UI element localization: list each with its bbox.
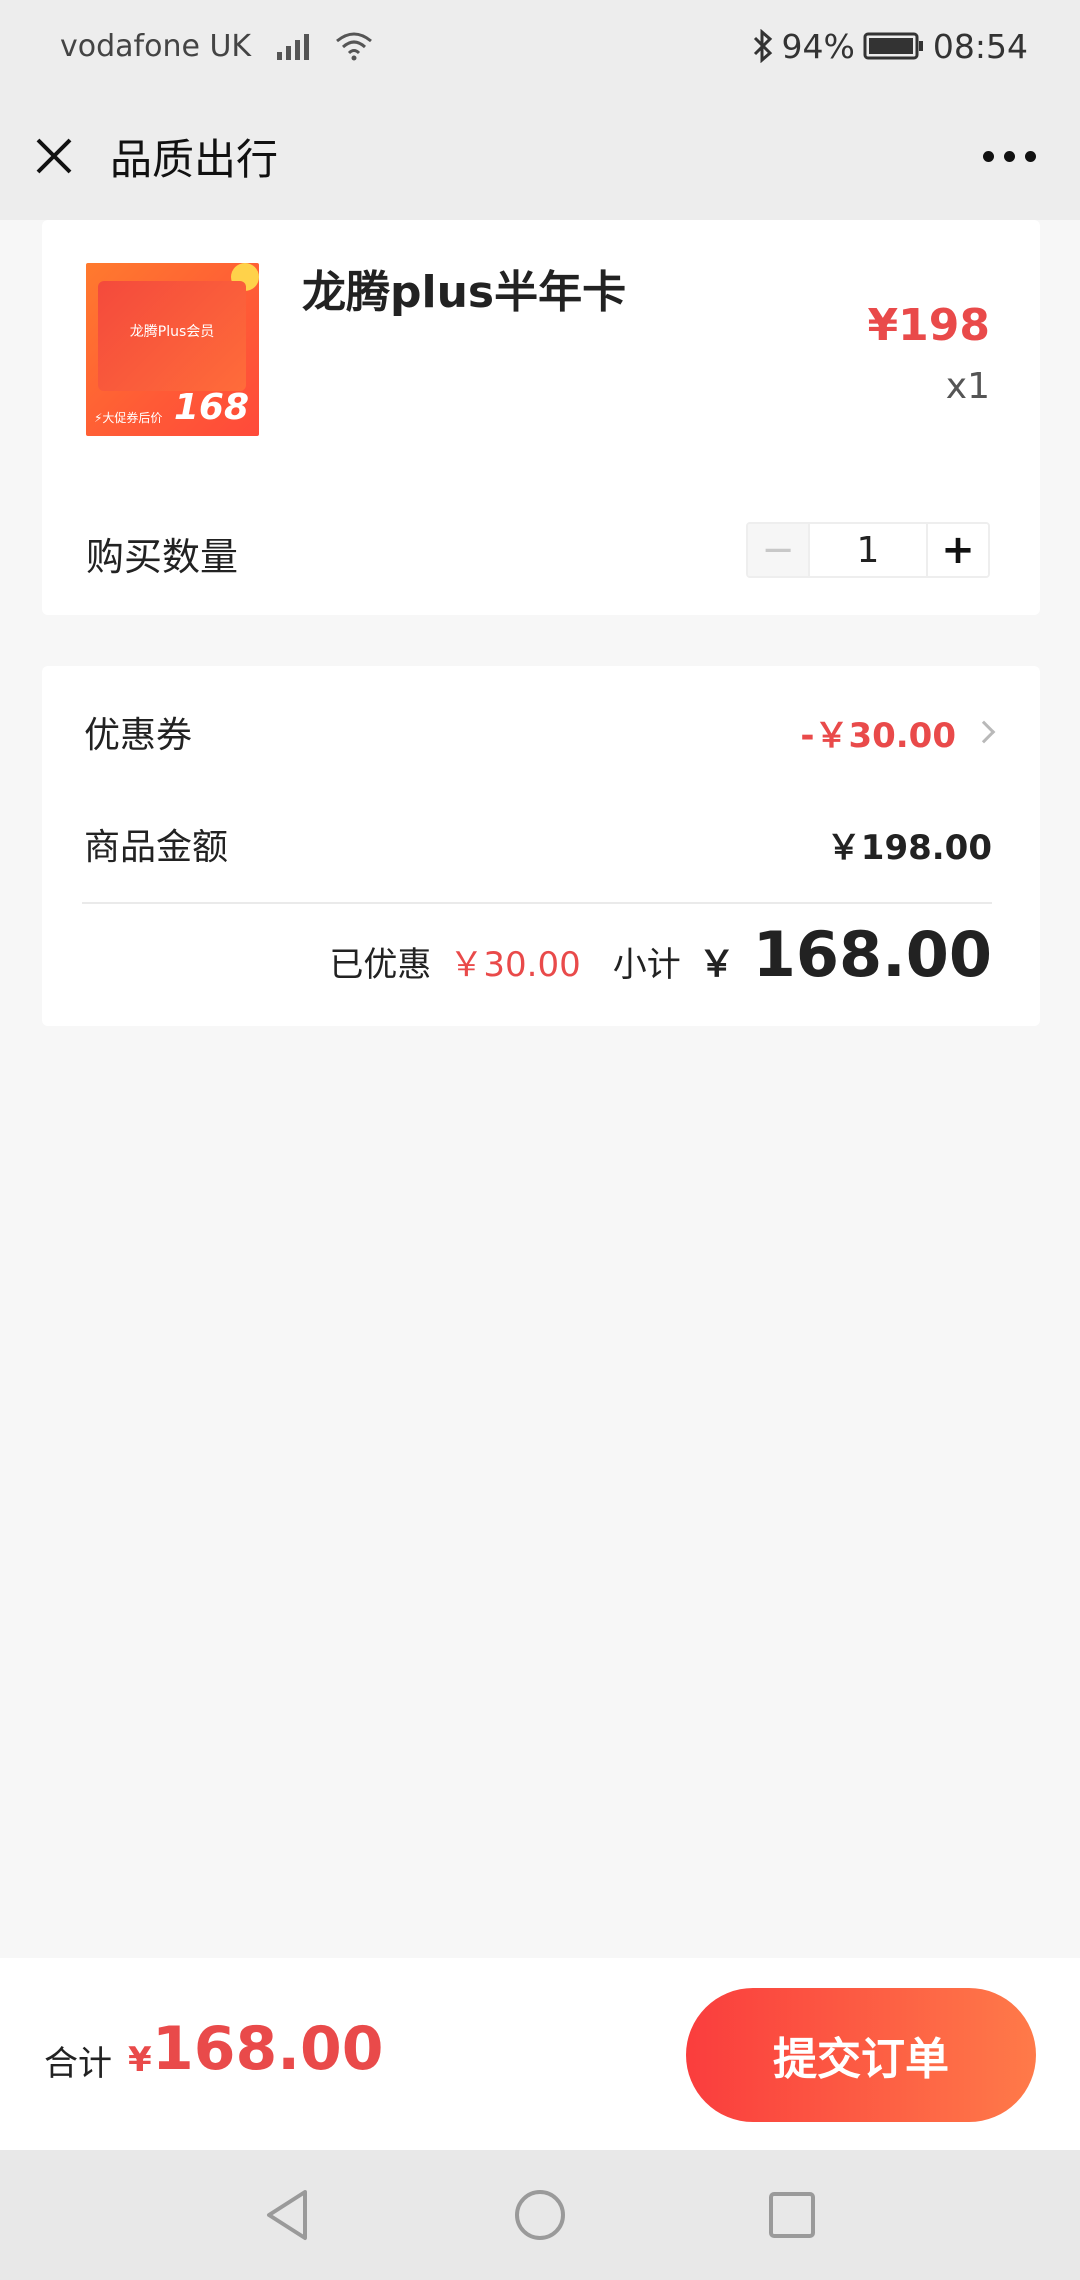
product-name: 龙腾plus半年卡 [302,267,627,318]
quantity-value[interactable]: 1 [808,524,928,576]
coupon-value: -￥30.00 [800,715,956,756]
subtotal-currency: ￥ [698,944,735,985]
carrier-label: vodafone UK [60,28,252,64]
subtotal-label: 小计 [612,945,681,985]
thumbnail-card: 龙腾Plus会员 [98,281,246,391]
subtotal-row: 已优惠 ￥30.00 小计 ￥ 168.00 [329,918,992,991]
more-icon[interactable] [973,141,1046,172]
back-icon[interactable] [263,2188,313,2242]
amount-row: 商品金额 ￥198.00 [84,818,992,870]
total-value: 168.00 [152,2014,384,2084]
total-label: 合计 [44,2044,112,2084]
home-icon[interactable] [513,2188,567,2242]
coupon-label: 优惠券 [84,715,193,756]
status-bar: vodafone UK 94% 08:54 [0,0,1080,92]
bottom-bar: 合计 ¥ 168.00 提交订单 [0,1958,1080,2150]
signal-icon [277,32,310,60]
thumbnail-promo: ⚡大促券后价 [94,411,163,425]
page-title: 品质出行 [110,134,279,184]
product-thumbnail: 龙腾Plus会员 ⚡大促券后价 168 [86,263,259,436]
recents-icon[interactable] [767,2190,817,2240]
submit-order-button[interactable]: 提交订单 [686,1988,1036,2122]
chevron-right-icon [972,720,996,744]
minus-button[interactable]: − [748,524,808,576]
wifi-icon [336,32,373,61]
summary-card: 优惠券 -￥30.00 商品金额 ￥198.00 已优惠 ￥30.00 小计 ￥… [42,666,1040,1026]
plus-button[interactable]: + [928,524,988,576]
product-price: ¥198 [867,300,990,351]
product-quantity: x1 [945,366,990,407]
battery-icon [863,32,923,60]
purchase-quantity-label: 购买数量 [86,535,239,579]
bluetooth-icon [753,29,772,63]
discount-label: 已优惠 [329,945,432,985]
thumbnail-price: 168 [173,387,249,428]
clock: 08:54 [932,26,1028,66]
subtotal-value: 168.00 [752,918,992,991]
coupon-row[interactable]: 优惠券 -￥30.00 [84,706,996,758]
battery-percent: 94% [781,26,855,66]
product-card: 龙腾Plus会员 ⚡大促券后价 168 龙腾plus半年卡 ¥198 x1 购买… [42,220,1040,615]
total-currency: ¥ [128,2040,152,2080]
amount-label: 商品金额 [84,827,229,868]
divider [82,902,992,904]
quantity-stepper: − 1 + [746,522,990,578]
discount-value: ￥30.00 [449,945,581,985]
system-nav-bar [0,2150,1080,2280]
nav-bar: 品质出行 [0,92,1080,220]
amount-value: ￥198.00 [826,827,992,868]
close-icon[interactable] [34,136,74,176]
